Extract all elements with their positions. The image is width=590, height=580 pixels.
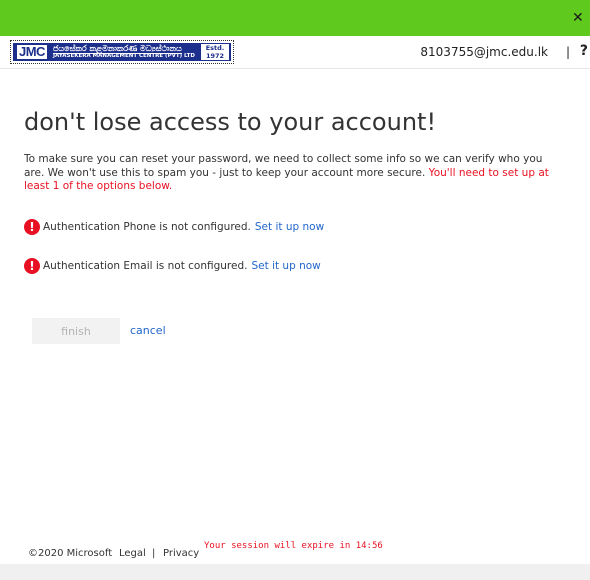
logo-abbr: JMC — [17, 44, 47, 59]
page-description: To make sure you can reset your password… — [24, 153, 564, 194]
logo-estd-badge: Estd. 1972 — [201, 44, 229, 60]
page-title: don't lose access to your account! — [24, 108, 437, 136]
finish-button[interactable]: finish — [32, 318, 120, 344]
window-titlebar: ✕ — [0, 0, 590, 36]
auth-phone-status: ! Authentication Phone is not configured… — [24, 219, 324, 235]
footer-privacy-link[interactable]: Privacy — [163, 548, 199, 559]
setup-email-link[interactable]: Set it up now — [251, 260, 320, 272]
bottom-strip — [0, 564, 590, 580]
logo-name-english: JAYASEKERA MANAGEMENT CENTRE (PVT) LTD — [53, 53, 195, 59]
auth-email-status: ! Authentication Email is not configured… — [24, 258, 321, 274]
auth-phone-status-text: Authentication Phone is not configured. — [43, 221, 251, 233]
setup-phone-link[interactable]: Set it up now — [255, 221, 324, 233]
alert-icon: ! — [24, 219, 40, 235]
footer-copyright: ©2020 Microsoft — [28, 548, 113, 559]
user-email[interactable]: 8103755@jmc.edu.lk — [420, 45, 548, 59]
footer-separator: | — [152, 548, 156, 559]
logo-banner: JMC ජයසේකර කළමනාකරණ මධ්‍යස්ථානය JAYASEKE… — [13, 43, 231, 61]
organization-logo: JMC ජයසේකර කළමනාකරණ මධ්‍යස්ථානය JAYASEKE… — [10, 40, 234, 64]
auth-email-status-text: Authentication Email is not configured. — [43, 260, 248, 272]
session-timeout-message: Your session will expire in 14:56 — [204, 541, 383, 551]
close-icon[interactable]: ✕ — [572, 11, 584, 25]
footer: ©2020 Microsoft Legal | Privacy Your ses… — [0, 540, 590, 564]
cancel-link[interactable]: cancel — [130, 324, 166, 337]
logo-estd-label: Estd. — [205, 44, 225, 52]
footer-legal-link[interactable]: Legal — [119, 548, 146, 559]
header-separator: | — [565, 45, 570, 59]
help-icon[interactable]: ? — [580, 43, 588, 59]
alert-icon: ! — [24, 258, 40, 274]
logo-estd-year: 1972 — [205, 52, 225, 60]
header-bar: JMC ජයසේකර කළමනාකරණ මධ්‍යස්ථානය JAYASEKE… — [0, 36, 590, 69]
